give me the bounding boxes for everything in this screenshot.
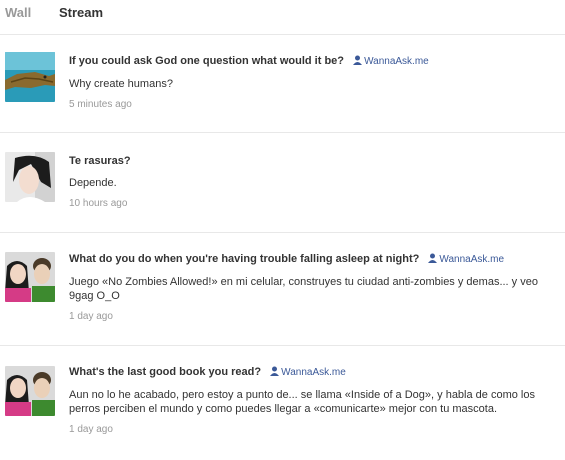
answer-text: Juego «No Zombies Allowed!» en mi celula… — [69, 276, 538, 302]
via-link[interactable]: WannaAsk.me — [428, 253, 504, 267]
tab-bar: Wall Stream — [0, 0, 565, 34]
via-label: WannaAsk.me — [281, 367, 346, 378]
tab-wall[interactable]: Wall — [5, 5, 31, 20]
couple-avatar[interactable] — [5, 252, 55, 302]
answer-text: Depende. — [69, 177, 117, 189]
couple-avatar[interactable] — [5, 366, 55, 416]
divider — [0, 345, 565, 346]
divider — [0, 132, 565, 133]
answer-text: Why create humans? — [69, 78, 173, 90]
user-icon — [428, 253, 438, 263]
timestamp[interactable]: 1 day ago — [69, 311, 561, 323]
crocodile-avatar[interactable] — [5, 52, 55, 102]
question-text[interactable]: What's the last good book you read? — [69, 366, 261, 378]
tab-stream[interactable]: Stream — [59, 5, 103, 20]
divider — [0, 232, 565, 233]
timestamp[interactable]: 1 day ago — [69, 424, 561, 436]
question-text[interactable]: Te rasuras? — [69, 155, 131, 167]
user-icon — [353, 55, 363, 65]
answer-text: Aun no lo he acabado, pero estoy a punto… — [69, 389, 535, 415]
via-link[interactable]: WannaAsk.me — [353, 55, 429, 69]
question-text[interactable]: What do you do when you're having troubl… — [69, 253, 419, 265]
via-link[interactable]: WannaAsk.me — [270, 366, 346, 380]
user-icon — [270, 366, 280, 376]
girl-avatar[interactable] — [5, 152, 55, 202]
question-text[interactable]: If you could ask God one question what w… — [69, 55, 344, 67]
divider — [0, 34, 565, 35]
via-label: WannaAsk.me — [364, 56, 429, 67]
timestamp[interactable]: 5 minutes ago — [69, 99, 561, 111]
via-label: WannaAsk.me — [439, 254, 505, 265]
timestamp[interactable]: 10 hours ago — [69, 198, 561, 210]
